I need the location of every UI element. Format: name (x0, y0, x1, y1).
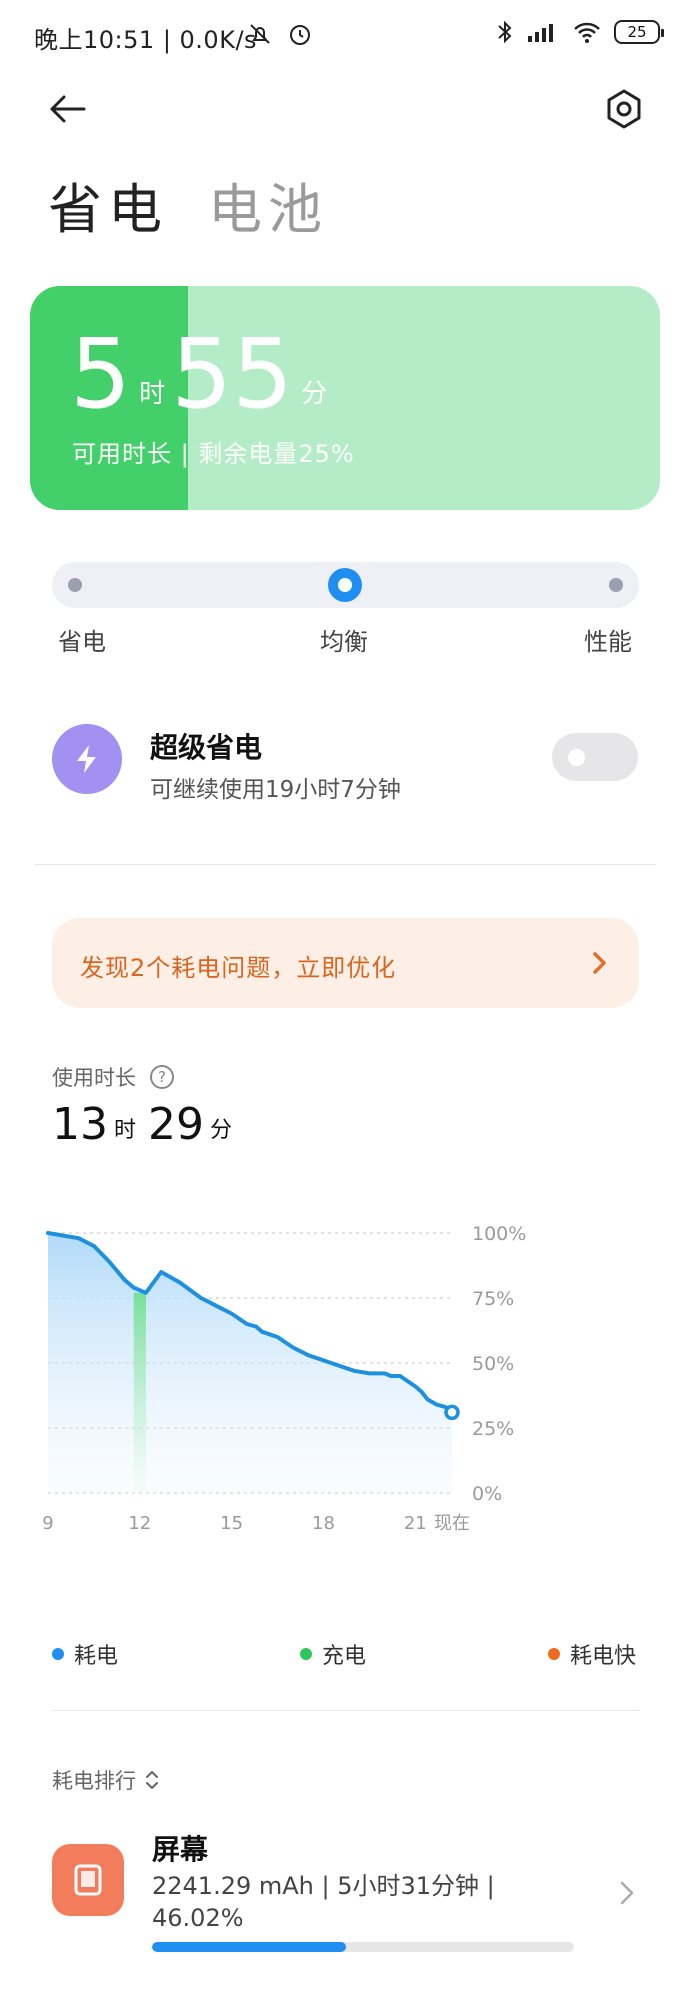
mode-dot-power-saving[interactable] (68, 578, 82, 592)
legend-dot-drain (52, 1648, 64, 1660)
x-tick-label: 15 (220, 1513, 243, 1534)
x-tick-label: 12 (128, 1513, 151, 1534)
legend-label-fast-drain: 耗电快 (570, 1644, 637, 1669)
x-tick-label: 现在 (434, 1513, 470, 1534)
bluetooth-icon (498, 20, 512, 44)
usage-time-label: 使用时长 ? (52, 1062, 174, 1092)
optimize-banner-text: 发现2个耗电问题，立即优化 (80, 954, 397, 982)
chevron-right-icon (593, 952, 606, 974)
current-point (444, 1404, 460, 1421)
alarm-icon (290, 25, 310, 45)
tab-power-saving[interactable]: 省电 (48, 165, 168, 244)
ranking-item-share-bar (152, 1942, 574, 1952)
back-button[interactable] (44, 85, 92, 133)
optimize-banner[interactable]: 发现2个耗电问题，立即优化 (52, 918, 639, 1008)
status-time: 晚上10:51 | 0.0K/s (34, 26, 258, 54)
usage-label-text: 使用时长 (52, 1066, 136, 1090)
super-saving-icon-badge (52, 724, 122, 794)
ranking-sort-button[interactable]: 耗电排行 (52, 1765, 160, 1795)
settings-hex-icon (607, 89, 641, 129)
battery-card: 5 时 55 分 可用时长 | 剩余电量25% (30, 286, 660, 510)
bell-off-icon (250, 24, 270, 44)
mode-label-performance[interactable]: 性能 (584, 622, 632, 657)
screen-icon-badge (52, 1844, 124, 1916)
mode-dot-performance[interactable] (609, 578, 623, 592)
tab-battery[interactable]: 电池 (208, 165, 328, 244)
battery-card-subtitle: 可用时长 | 剩余电量25% (72, 440, 355, 468)
usage-hours: 13 (52, 1099, 108, 1150)
sort-updown-icon (146, 1771, 158, 1789)
mode-slider[interactable] (52, 562, 639, 608)
usage-hour-unit: 时 (114, 1118, 137, 1143)
x-tick-label: 18 (312, 1513, 335, 1534)
mode-label-power-saving[interactable]: 省电 (58, 622, 106, 657)
y-tick-label: 100% (472, 1223, 526, 1245)
settings-button[interactable] (600, 85, 648, 133)
y-tick-label: 75% (472, 1288, 514, 1310)
remaining-minutes: 55 (171, 318, 294, 430)
chart-charging-band (133, 1292, 146, 1493)
legend-label-drain: 耗电 (74, 1644, 119, 1669)
legend-item-drain: 耗电 (52, 1638, 118, 1670)
minute-unit: 分 (301, 379, 328, 409)
toggle-knob (568, 749, 585, 766)
remaining-time: 5 时 55 分 (70, 326, 333, 422)
legend-item-charge: 充电 (300, 1638, 366, 1670)
chart-x-ticks: 9 12 15 18 21 现在 (42, 1513, 470, 1534)
screen-phone-icon (74, 1864, 102, 1896)
status-bar: 晚上10:51 | 0.0K/s 25 (0, 0, 690, 70)
battery-level: 25 (627, 23, 647, 41)
ranking-label: 耗电排行 (52, 1769, 136, 1793)
legend-dot-charge (300, 1648, 312, 1660)
legend-item-fast-drain: 耗电快 (548, 1638, 636, 1670)
x-tick-label: 21 (404, 1513, 427, 1534)
mode-slider-thumb[interactable] (328, 568, 362, 602)
divider (52, 1710, 639, 1711)
chevron-right-icon[interactable] (618, 1878, 636, 1908)
ranking-item-share-fill (152, 1942, 347, 1952)
mode-label-balanced[interactable]: 均衡 (320, 622, 368, 657)
legend-label-charge: 充电 (322, 1644, 367, 1669)
tab-bar: 省电 电池 (48, 165, 328, 244)
super-saving-toggle[interactable] (552, 733, 638, 781)
y-tick-label: 50% (472, 1353, 514, 1375)
usage-minute-unit: 分 (210, 1118, 233, 1143)
y-tick-label: 25% (472, 1418, 514, 1440)
ranking-item-name: 屏幕 (152, 1833, 209, 1866)
ranking-item-stats: 2241.29 mAh | 5小时31分钟 | 46.02% (152, 1872, 495, 1932)
hd-signal-icon (528, 24, 553, 42)
lightning-icon (77, 745, 96, 773)
status-time-text: 晚上10:51 (34, 26, 155, 54)
battery-icon: 25 (614, 20, 664, 44)
usage-time-value: 13 时 29 分 (52, 1100, 244, 1150)
super-saving-subtitle: 可继续使用19小时7分钟 (150, 777, 401, 803)
super-saving-title: 超级省电 (150, 731, 263, 764)
divider (34, 864, 656, 865)
question-icon[interactable]: ? (150, 1065, 174, 1089)
x-tick-label: 9 (42, 1513, 53, 1534)
battery-level-chart: 100% 75% 50% 25% 0% 9 12 15 18 21 现在 (42, 1223, 526, 1534)
hour-unit: 时 (139, 379, 166, 409)
chart-y-ticks: 100% 75% 50% 25% 0% (472, 1223, 526, 1505)
wifi-icon (574, 22, 600, 43)
remaining-hours: 5 (70, 318, 132, 430)
y-tick-label: 0% (472, 1483, 502, 1505)
usage-minutes: 29 (148, 1099, 205, 1150)
legend-dot-fast-drain (548, 1648, 560, 1660)
back-arrow-icon (50, 95, 86, 123)
charging-band (133, 1292, 146, 1493)
